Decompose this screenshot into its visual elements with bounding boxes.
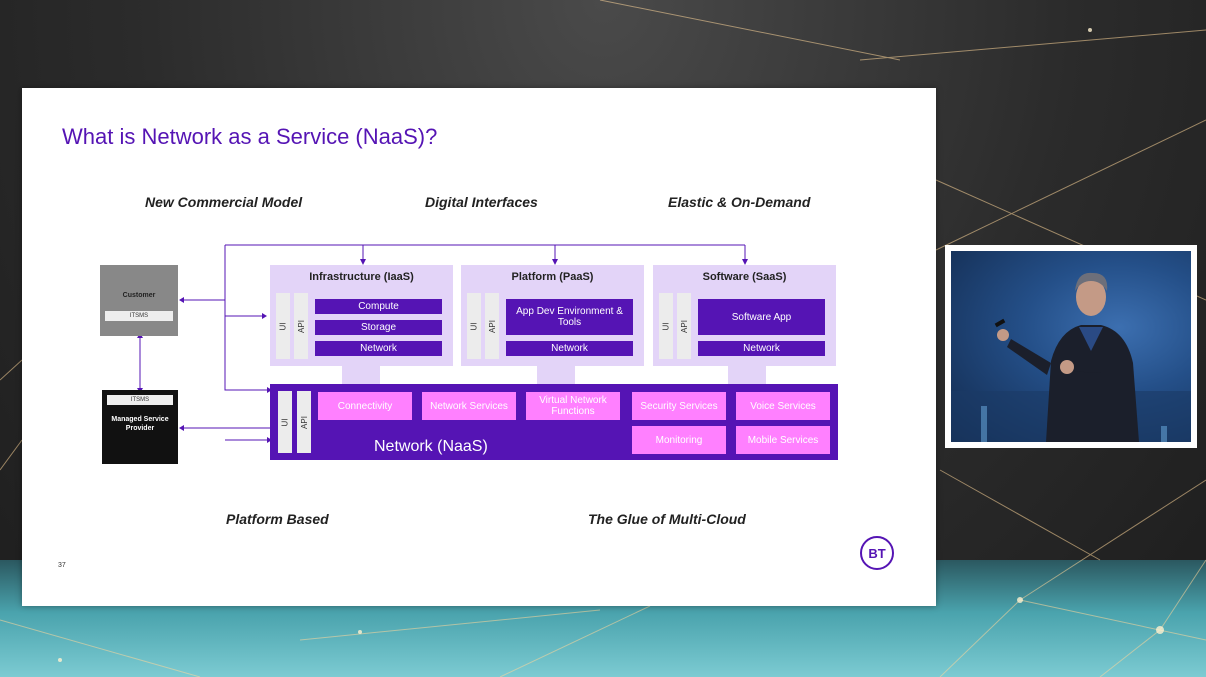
iaas-network-chip: Network bbox=[315, 341, 442, 356]
paas-ui-tab: UI bbox=[467, 293, 481, 359]
heading-new-commercial-model: New Commercial Model bbox=[145, 194, 303, 210]
paas-title: Platform (PaaS) bbox=[511, 271, 594, 283]
heading-glue-of-multi-cloud: The Glue of Multi-Cloud bbox=[588, 511, 746, 527]
saas-api-label: API bbox=[679, 319, 689, 333]
customer-label: Customer bbox=[122, 292, 156, 299]
naas-api-tab: API bbox=[297, 391, 311, 453]
paas-network-chip: Network bbox=[506, 341, 633, 356]
page-number: 37 bbox=[58, 562, 66, 569]
paas-api-label: API bbox=[487, 319, 497, 333]
iaas-title: Infrastructure (IaaS) bbox=[309, 271, 414, 283]
slide-title: What is Network as a Service (NaaS)? bbox=[62, 124, 438, 149]
presentation-stage: What is Network as a Service (NaaS)? New… bbox=[0, 0, 1206, 677]
iaas-compute-chip: Compute bbox=[315, 299, 442, 314]
saas-title: Software (SaaS) bbox=[702, 271, 787, 283]
saas-ui-tab: UI bbox=[659, 293, 673, 359]
paas-app-dev-chip: App Dev Environment & Tools bbox=[506, 299, 633, 335]
iaas-box: Infrastructure (IaaS) UI API Compute Sto… bbox=[270, 265, 453, 366]
paas-ui-label: UI bbox=[469, 322, 479, 330]
iaas-api-label: API bbox=[296, 319, 306, 333]
naas-ui-tab: UI bbox=[278, 391, 292, 453]
naas-title: Network (NaaS) bbox=[374, 438, 488, 455]
managed-service-provider-box: ITSMS Managed Service Provider bbox=[102, 390, 178, 464]
naas-api-label: API bbox=[299, 415, 309, 429]
paas-api-tab: API bbox=[485, 293, 499, 359]
customer-box: Customer ITSMS bbox=[100, 265, 178, 336]
msp-label: Managed Service Provider bbox=[111, 416, 169, 432]
heading-digital-interfaces: Digital Interfaces bbox=[425, 194, 538, 210]
naas-vnf-chip: Virtual Network Functions bbox=[526, 392, 620, 420]
naas-monitoring-chip: Monitoring bbox=[632, 426, 726, 454]
saas-box: Software (SaaS) UI API Software App Netw… bbox=[653, 265, 836, 366]
naas-voice-services-chip: Voice Services bbox=[736, 392, 830, 420]
speaker-video bbox=[951, 251, 1191, 442]
naas-mobile-services-chip: Mobile Services bbox=[736, 426, 830, 454]
iaas-storage-chip: Storage bbox=[315, 320, 442, 335]
speaker-silhouette bbox=[951, 272, 1191, 442]
customer-itsms-tag: ITSMS bbox=[105, 311, 173, 321]
paas-box: Platform (PaaS) UI API App Dev Environme… bbox=[461, 265, 644, 366]
bt-logo: BT bbox=[860, 536, 894, 570]
iaas-api-tab: API bbox=[294, 293, 308, 359]
naas-ui-label: UI bbox=[280, 418, 290, 426]
saas-api-tab: API bbox=[677, 293, 691, 359]
iaas-ui-tab: UI bbox=[276, 293, 290, 359]
slide: What is Network as a Service (NaaS)? New… bbox=[22, 88, 936, 606]
naas-network-services-chip: Network Services bbox=[422, 392, 516, 420]
heading-elastic-on-demand: Elastic & On-Demand bbox=[668, 194, 811, 210]
heading-platform-based: Platform Based bbox=[226, 511, 329, 527]
naas-security-services-chip: Security Services bbox=[632, 392, 726, 420]
iaas-ui-label: UI bbox=[278, 322, 288, 330]
saas-network-chip: Network bbox=[698, 341, 825, 356]
msp-itsms-tag: ITSMS bbox=[107, 395, 173, 405]
saas-software-app-chip: Software App bbox=[698, 299, 825, 335]
naas-connectivity-chip: Connectivity bbox=[318, 392, 412, 420]
speaker-video-frame bbox=[945, 245, 1197, 448]
saas-ui-label: UI bbox=[661, 322, 671, 330]
